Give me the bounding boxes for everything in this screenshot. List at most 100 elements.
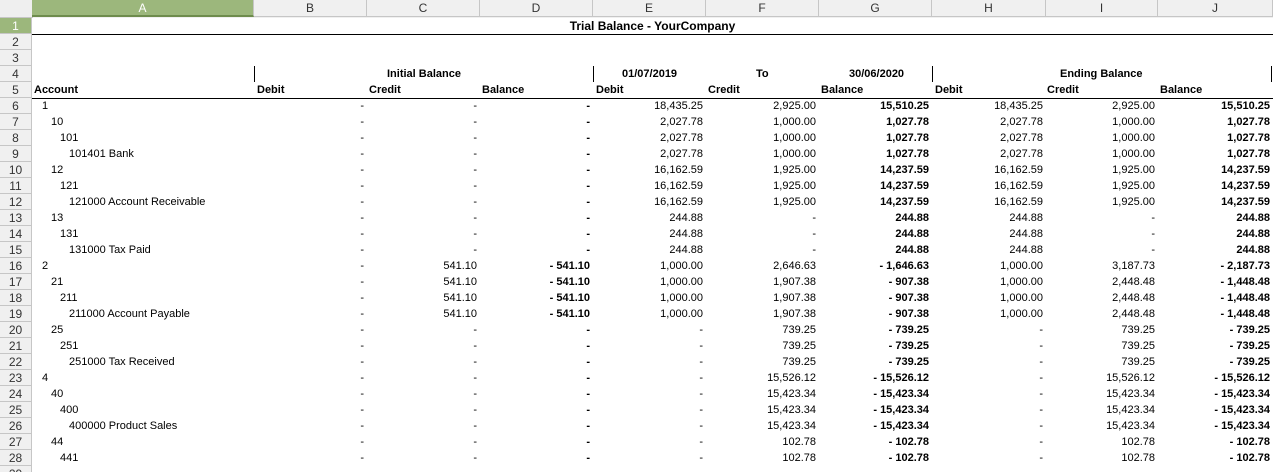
cell-e[interactable]: - xyxy=(593,402,706,418)
cell-b[interactable]: - xyxy=(254,402,367,418)
cell-g[interactable]: - 739.25 xyxy=(819,338,932,354)
row-header-21[interactable]: 21 xyxy=(0,338,32,354)
cell-j[interactable]: - 102.78 xyxy=(1158,450,1273,466)
cell-j[interactable]: - 1,448.48 xyxy=(1158,306,1273,322)
cell-c[interactable]: - xyxy=(367,146,480,162)
cell-b[interactable]: - xyxy=(254,162,367,178)
account-cell[interactable]: 101401 Bank xyxy=(32,146,254,162)
cell-f[interactable]: 2,646.63 xyxy=(706,258,819,274)
cell-i[interactable]: - xyxy=(1046,226,1158,242)
to-header[interactable]: To xyxy=(756,66,769,82)
column-header-c[interactable]: C xyxy=(367,0,480,17)
cell-i[interactable]: 15,423.34 xyxy=(1046,386,1158,402)
cell-d[interactable]: - xyxy=(480,130,593,146)
cell-h[interactable]: - xyxy=(932,418,1046,434)
account-cell[interactable]: 211000 Account Payable xyxy=(32,306,254,322)
cell-d[interactable]: - xyxy=(480,178,593,194)
account-cell[interactable]: 12 xyxy=(32,162,254,178)
initial-debit-header[interactable]: Debit xyxy=(257,82,285,98)
cell-i[interactable]: 739.25 xyxy=(1046,338,1158,354)
cell-d[interactable]: - 541.10 xyxy=(480,306,593,322)
period-debit-header[interactable]: Debit xyxy=(596,82,624,98)
cell-h[interactable]: 2,027.78 xyxy=(932,114,1046,130)
row-header-3[interactable]: 3 xyxy=(0,50,32,66)
cell-c[interactable]: - xyxy=(367,130,480,146)
cell-j[interactable]: - 102.78 xyxy=(1158,434,1273,450)
cell-c[interactable]: - xyxy=(367,418,480,434)
cell-j[interactable]: - 15,423.34 xyxy=(1158,418,1273,434)
row-header-16[interactable]: 16 xyxy=(0,258,32,274)
cell-i[interactable]: 739.25 xyxy=(1046,322,1158,338)
cell-j[interactable]: - 739.25 xyxy=(1158,338,1273,354)
cell-i[interactable]: 2,925.00 xyxy=(1046,98,1158,114)
account-cell[interactable]: 1 xyxy=(32,98,254,114)
cell-b[interactable]: - xyxy=(254,178,367,194)
cell-g[interactable]: - 1,646.63 xyxy=(819,258,932,274)
cell-d[interactable]: - xyxy=(480,418,593,434)
cell-h[interactable]: - xyxy=(932,450,1046,466)
account-cell[interactable]: 101 xyxy=(32,130,254,146)
cell-d[interactable]: - xyxy=(480,354,593,370)
column-header-h[interactable]: H xyxy=(932,0,1046,17)
account-cell[interactable]: 25 xyxy=(32,322,254,338)
cell-f[interactable]: 739.25 xyxy=(706,354,819,370)
cell-h[interactable]: - xyxy=(932,354,1046,370)
cell-h[interactable]: 1,000.00 xyxy=(932,306,1046,322)
cell-f[interactable]: 15,423.34 xyxy=(706,386,819,402)
cell-i[interactable]: 2,448.48 xyxy=(1046,290,1158,306)
cell-e[interactable]: 1,000.00 xyxy=(593,258,706,274)
cell-h[interactable]: 16,162.59 xyxy=(932,162,1046,178)
row-header-27[interactable]: 27 xyxy=(0,434,32,450)
cell-f[interactable]: 2,925.00 xyxy=(706,98,819,114)
cell-f[interactable]: 15,423.34 xyxy=(706,418,819,434)
cell-c[interactable]: - xyxy=(367,322,480,338)
account-cell[interactable]: 13 xyxy=(32,210,254,226)
cell-e[interactable]: - xyxy=(593,370,706,386)
cell-f[interactable]: 15,526.12 xyxy=(706,370,819,386)
row-header-23[interactable]: 23 xyxy=(0,370,32,386)
cell-g[interactable]: 15,510.25 xyxy=(819,98,932,114)
cell-g[interactable]: - 907.38 xyxy=(819,274,932,290)
cell-g[interactable]: - 102.78 xyxy=(819,450,932,466)
cell-d[interactable]: - 541.10 xyxy=(480,258,593,274)
cell-i[interactable]: 3,187.73 xyxy=(1046,258,1158,274)
cell-e[interactable]: 244.88 xyxy=(593,210,706,226)
cell-b[interactable]: - xyxy=(254,338,367,354)
row-header-13[interactable]: 13 xyxy=(0,210,32,226)
cell-d[interactable]: - xyxy=(480,322,593,338)
cell-e[interactable]: 2,027.78 xyxy=(593,130,706,146)
cell-i[interactable]: 2,448.48 xyxy=(1046,306,1158,322)
cell-j[interactable]: - 15,423.34 xyxy=(1158,386,1273,402)
cell-g[interactable]: - 739.25 xyxy=(819,322,932,338)
cell-c[interactable]: - xyxy=(367,450,480,466)
account-cell[interactable]: 44 xyxy=(32,434,254,450)
row-header-7[interactable]: 7 xyxy=(0,114,32,130)
column-header-f[interactable]: F xyxy=(706,0,819,17)
cell-i[interactable]: 102.78 xyxy=(1046,450,1158,466)
cell-c[interactable]: - xyxy=(367,402,480,418)
cell-j[interactable]: 1,027.78 xyxy=(1158,146,1273,162)
cell-b[interactable]: - xyxy=(254,418,367,434)
cell-i[interactable]: 1,925.00 xyxy=(1046,194,1158,210)
cell-f[interactable]: - xyxy=(706,226,819,242)
cell-i[interactable]: 1,000.00 xyxy=(1046,114,1158,130)
row-header-6[interactable]: 6 xyxy=(0,98,32,114)
cell-d[interactable]: - xyxy=(480,98,593,114)
cell-g[interactable]: 244.88 xyxy=(819,210,932,226)
cell-b[interactable]: - xyxy=(254,210,367,226)
cell-j[interactable]: - 1,448.48 xyxy=(1158,274,1273,290)
cell-j[interactable]: 244.88 xyxy=(1158,226,1273,242)
cell-f[interactable]: 1,000.00 xyxy=(706,114,819,130)
cell-c[interactable]: - xyxy=(367,338,480,354)
cell-f[interactable]: - xyxy=(706,210,819,226)
cell-b[interactable]: - xyxy=(254,274,367,290)
cell-g[interactable]: - 907.38 xyxy=(819,306,932,322)
row-header-19[interactable]: 19 xyxy=(0,306,32,322)
cell-g[interactable]: 1,027.78 xyxy=(819,130,932,146)
account-cell[interactable]: 121000 Account Receivable xyxy=(32,194,254,210)
cell-e[interactable]: - xyxy=(593,386,706,402)
cell-i[interactable]: 15,526.12 xyxy=(1046,370,1158,386)
cell-e[interactable]: 2,027.78 xyxy=(593,146,706,162)
ending-debit-header[interactable]: Debit xyxy=(935,82,963,98)
cell-j[interactable]: 14,237.59 xyxy=(1158,194,1273,210)
